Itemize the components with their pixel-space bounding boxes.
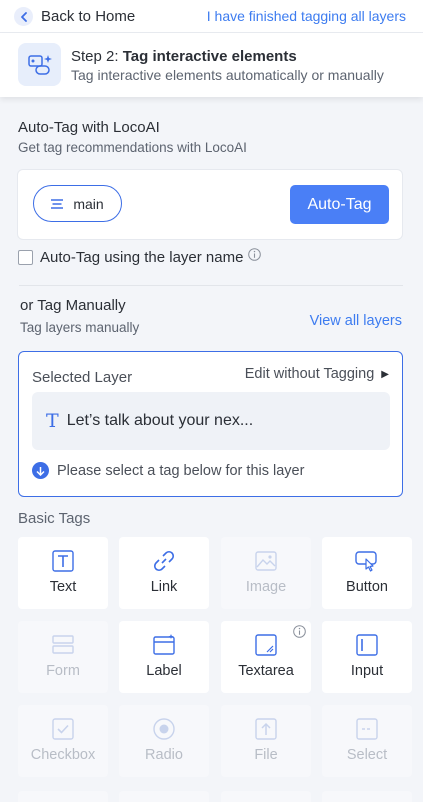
selected-layer-name: Let’s talk about your nex... [66,412,254,429]
button-pointer-icon [354,549,380,573]
back-label: Back to Home [41,8,136,25]
info-icon[interactable] [248,248,262,266]
view-all-layers-link[interactable]: View all layers [310,313,402,329]
tag-elements-icon [18,43,61,86]
tag-partial [18,791,108,802]
label-icon [152,633,176,657]
tag-label: Image [245,579,287,595]
select-icon [355,717,379,741]
tag-select: Select [322,705,412,777]
form-icon [51,633,75,657]
file-upload-icon [254,717,278,741]
text-tag-icon [51,549,75,573]
link-icon [152,549,176,573]
info-icon[interactable] [293,625,306,643]
autotag-subtitle: Get tag recommendations with LocoAI [18,140,247,155]
tag-partial [221,791,311,802]
tag-button[interactable]: Button [322,537,412,609]
step-number: Step 2: [71,48,119,65]
hint-text: Please select a tag below for this layer [57,462,305,479]
tag-text[interactable]: Text [18,537,108,609]
tag-label: Label [146,663,182,679]
checkbox-label: Auto-Tag using the layer name [40,248,244,266]
tag-label: Input [350,663,384,679]
menu-lines-icon [51,198,64,209]
tag-label: Text [49,579,77,595]
top-bar: Back to Home I have finished tagging all… [0,0,423,33]
autotag-card: main Auto-Tag [17,169,403,240]
autotag-title: Auto-Tag with LocoAI [18,119,160,136]
step-title: Step 2: Tag interactive elements [71,48,297,65]
tag-label: Radio [145,747,183,763]
tag-input[interactable]: Input [322,621,412,693]
tag-label: Textarea [238,663,294,679]
autotag-layer-name-option: Auto-Tag using the layer name [18,248,262,266]
tag-label: Checkbox [30,747,96,763]
selected-layer-item[interactable]: T Let’s talk about your nex... [32,392,390,450]
tag-image: Image [221,537,311,609]
tag-label: Select [346,747,388,763]
tag-partial [322,791,412,802]
text-layer-icon: T [46,410,59,432]
step-subtitle: Tag interactive elements automatically o… [71,67,384,83]
tag-file: File [221,705,311,777]
tag-link[interactable]: Link [119,537,209,609]
tag-label: Button [346,579,388,595]
input-icon [355,633,379,657]
section-divider [19,285,403,286]
basic-tags-title: Basic Tags [18,510,91,527]
chevron-left-icon [14,7,33,26]
autotag-layer-name-checkbox[interactable] [18,249,33,265]
back-to-home-link[interactable]: Back to Home [14,7,135,26]
edit-without-tagging-label: Edit without Tagging [244,366,375,382]
branch-selector[interactable]: main [33,185,122,222]
step-name: Tag interactive elements [122,48,297,65]
tag-label: File [254,747,278,763]
select-tag-hint: Please select a tag below for this layer [32,462,304,479]
tag-partial [119,791,209,802]
arrow-down-icon [32,462,49,479]
manual-title: or Tag Manually [20,297,126,314]
finished-tagging-link[interactable]: I have finished tagging all layers [207,8,406,24]
image-icon [254,549,278,573]
tag-radio: Radio [119,705,209,777]
auto-tag-button[interactable]: Auto-Tag [290,185,389,224]
tag-label: Link [150,579,178,595]
step-header: Step 2: Tag interactive elements Tag int… [0,33,423,97]
tag-label-item[interactable]: Label [119,621,209,693]
manual-subtitle: Tag layers manually [20,320,140,335]
textarea-icon [254,633,278,657]
checkbox-icon [51,717,75,741]
tag-form: Form [18,621,108,693]
tag-checkbox: Checkbox [18,705,108,777]
caret-right-icon: ▶ [381,368,389,380]
edit-without-tagging-button[interactable]: Edit without Tagging ▶ [245,366,389,382]
radio-icon [152,717,176,741]
tag-textarea[interactable]: Textarea [221,621,311,693]
selected-layer-title: Selected Layer [32,369,133,386]
branch-label: main [73,195,104,212]
selected-layer-card: Selected Layer Edit without Tagging ▶ T … [18,351,403,497]
tag-label: Form [46,663,80,679]
